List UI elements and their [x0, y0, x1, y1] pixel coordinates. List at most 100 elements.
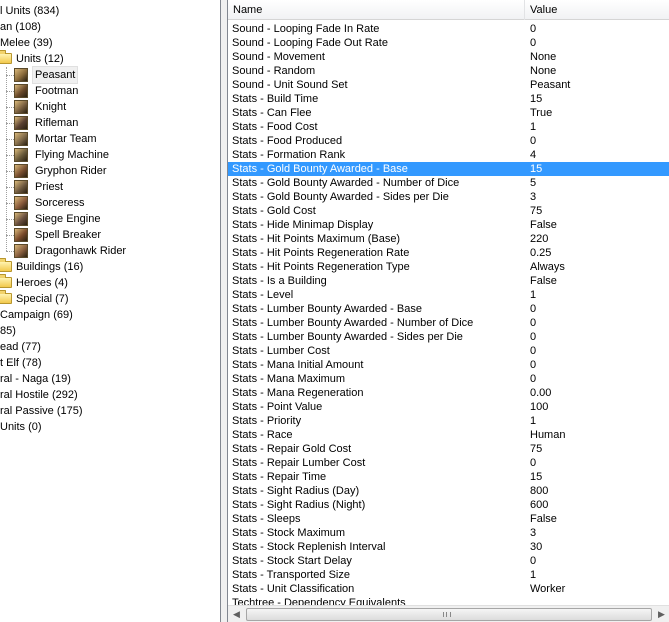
tree-item-label: Dragonhawk Rider: [35, 245, 127, 257]
tree-branch-line: [6, 219, 14, 220]
property-row[interactable]: Stats - Stock Start Delay 0: [228, 554, 669, 568]
property-name: Stats - Gold Cost: [232, 205, 316, 217]
property-name: Sound - Movement: [232, 51, 325, 63]
property-row[interactable]: Stats - Is a Building False: [228, 274, 669, 288]
property-value: 0: [530, 303, 537, 315]
property-row[interactable]: Stats - Build Time 15: [228, 92, 669, 106]
property-row[interactable]: Stats - Gold Bounty Awarded - Number of …: [228, 176, 669, 190]
property-name: Stats - Food Produced: [232, 135, 343, 147]
property-row[interactable]: Stats - Food Cost 1: [228, 120, 669, 134]
tree-branch-line: [6, 139, 14, 140]
property-row[interactable]: Sound - Unit Sound Set Peasant: [228, 78, 669, 92]
tree-branch-line: [6, 107, 14, 108]
property-row[interactable]: Stats - Lumber Bounty Awarded - Base 0: [228, 302, 669, 316]
property-name: Sound - Unit Sound Set: [232, 79, 348, 91]
tree-item-label: Siege Engine: [35, 213, 101, 225]
property-name: Stats - Lumber Bounty Awarded - Sides pe…: [232, 331, 463, 343]
property-value: 220: [530, 233, 549, 245]
property-row[interactable]: Stats - Stock Maximum 3: [228, 526, 669, 540]
property-row[interactable]: Stats - Stock Replenish Interval 30: [228, 540, 669, 554]
property-row[interactable]: Stats - Sight Radius (Night) 600: [228, 498, 669, 512]
property-name: Stats - Stock Maximum: [232, 527, 346, 539]
property-value: False: [530, 219, 557, 231]
property-row[interactable]: Stats - Hit Points Regeneration Type Alwa…: [228, 260, 669, 274]
property-row[interactable]: Stats - Lumber Bounty Awarded - Sides pe…: [228, 330, 669, 344]
property-name: Stats - Stock Start Delay: [232, 555, 352, 567]
property-row[interactable]: Stats - Level 1: [228, 288, 669, 302]
property-value: 100: [530, 401, 549, 413]
property-name: Stats - Stock Replenish Interval: [232, 541, 386, 553]
property-row[interactable]: Stats - Point Value 100: [228, 400, 669, 414]
tree-item-label: an (108): [0, 21, 41, 33]
property-row[interactable]: Techtree - Dependency Equivalents: [228, 596, 669, 605]
property-row[interactable]: Sound - Random None: [228, 64, 669, 78]
property-row[interactable]: Stats - Can Flee True: [228, 106, 669, 120]
tree-item-label: Spell Breaker: [35, 229, 102, 241]
property-row[interactable]: Stats - Hit Points Maximum (Base) 220: [228, 232, 669, 246]
property-row[interactable]: Stats - Sight Radius (Day) 800: [228, 484, 669, 498]
property-value: Always: [530, 261, 565, 273]
property-row[interactable]: Stats - Hide Minimap Display False: [228, 218, 669, 232]
property-row[interactable]: Stats - Food Produced 0: [228, 134, 669, 148]
property-row[interactable]: Stats - Unit Classification Worker: [228, 582, 669, 596]
column-header-name[interactable]: Name: [228, 0, 525, 20]
property-row[interactable]: Stats - Mana Regeneration 0.00: [228, 386, 669, 400]
property-row[interactable]: Stats - Priority 1: [228, 414, 669, 428]
property-row[interactable]: Stats - Sleeps False: [228, 512, 669, 526]
property-row[interactable]: Stats - Race Human: [228, 428, 669, 442]
property-list[interactable]: Name Value Sound - Looping Fade In Rate 0…: [227, 0, 669, 622]
property-row[interactable]: Sound - Movement None: [228, 50, 669, 64]
tree-item-label: Mortar Team: [35, 133, 97, 145]
property-row[interactable]: Stats - Hit Points Regeneration Rate 0.25: [228, 246, 669, 260]
property-value: 1: [530, 415, 537, 427]
property-value: 0.25: [530, 247, 552, 259]
scroll-right-arrow-icon[interactable]: ▶: [653, 606, 669, 622]
property-name: Stats - Lumber Cost: [232, 345, 330, 357]
property-row[interactable]: Stats - Transported Size 1: [228, 568, 669, 582]
property-row[interactable]: Sound - Looping Fade In Rate 0: [228, 22, 669, 36]
property-row[interactable]: Sound - Looping Fade Out Rate 0: [228, 36, 669, 50]
property-name: Stats - Food Cost: [232, 121, 318, 133]
property-row[interactable]: Stats - Gold Cost 75: [228, 204, 669, 218]
tree-item-label: Gryphon Rider: [35, 165, 107, 177]
tree-item-label: Peasant: [31, 66, 79, 84]
property-name: Stats - Priority: [232, 415, 302, 427]
tree-guide-line: [6, 67, 7, 251]
property-name: Stats - Mana Initial Amount: [232, 359, 364, 371]
property-row[interactable]: Stats - Gold Bounty Awarded - Sides per …: [228, 190, 669, 204]
property-value: 0: [530, 457, 537, 469]
property-value: False: [530, 275, 557, 287]
tree-item-label: Rifleman: [35, 117, 79, 129]
property-row[interactable]: Stats - Lumber Cost 0: [228, 344, 669, 358]
scrollbar-thumb[interactable]: [246, 608, 652, 621]
property-row[interactable]: Stats - Repair Time 15: [228, 470, 669, 484]
property-row[interactable]: Stats - Gold Bounty Awarded - Base 15: [228, 162, 669, 176]
property-row[interactable]: Stats - Lumber Bounty Awarded - Number o…: [228, 316, 669, 330]
horizontal-scrollbar[interactable]: ◀ ▶: [228, 605, 669, 622]
tree-branch-line: [6, 171, 14, 172]
tree-item-label: Melee (39): [0, 37, 53, 49]
property-value: 75: [530, 443, 543, 455]
property-row[interactable]: Stats - Formation Rank 4: [228, 148, 669, 162]
property-row[interactable]: Stats - Repair Gold Cost 75: [228, 442, 669, 456]
tree-branch-line: [6, 251, 14, 252]
property-row[interactable]: Stats - Mana Maximum 0: [228, 372, 669, 386]
property-value: Human: [530, 429, 566, 441]
folder-icon: [0, 290, 12, 304]
property-name: Stats - Unit Classification: [232, 583, 355, 595]
peasant-icon: [14, 68, 28, 82]
property-row[interactable]: Stats - Mana Initial Amount 0: [228, 358, 669, 372]
property-value: 0: [530, 345, 537, 357]
property-row[interactable]: Stats - Repair Lumber Cost 0: [228, 456, 669, 470]
tree-branch-line: [6, 75, 14, 76]
spell-breaker-icon: [14, 228, 28, 242]
unit-tree[interactable]: l Units (834) an (108) Melee (39) Units (12…: [0, 0, 221, 622]
property-name: Stats - Can Flee: [232, 107, 312, 119]
gryphon-rider-icon: [14, 164, 28, 178]
property-value: 0.00: [530, 387, 552, 399]
column-header-value[interactable]: Value: [525, 0, 669, 20]
scroll-left-arrow-icon[interactable]: ◀: [228, 606, 245, 622]
property-value: 30: [530, 541, 543, 553]
property-value: 15: [530, 93, 543, 105]
property-name: Stats - Build Time: [232, 93, 319, 105]
